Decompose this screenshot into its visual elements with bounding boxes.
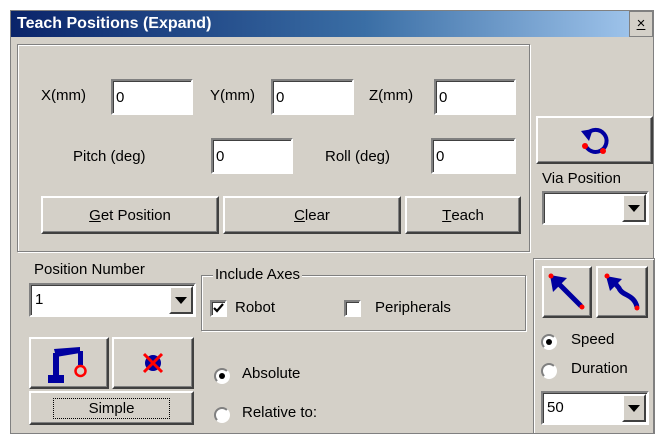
robot-checkbox[interactable] [210, 300, 227, 317]
get-position-button[interactable]: Get Position [41, 196, 219, 234]
position-number-value: 1 [35, 291, 44, 308]
disable-robot-button[interactable] [112, 337, 194, 389]
via-position-label: Via Position [542, 170, 621, 187]
teach-accel: T [442, 206, 452, 224]
roll-label: Roll (deg) [325, 148, 391, 165]
via-position-select[interactable] [542, 191, 649, 225]
teach-positions-window: Teach Positions (Expand) × X(mm) Y(mm) Z… [10, 10, 655, 434]
title-bar[interactable]: Teach Positions (Expand) × [11, 11, 653, 37]
no-target-icon [142, 352, 164, 374]
pitch-label: Pitch (deg) [73, 148, 146, 165]
peripherals-checkbox[interactable] [344, 300, 361, 317]
chevron-down-icon[interactable] [622, 394, 646, 422]
diagonal-arrow-icon [548, 273, 585, 310]
speed-value: 50 [547, 399, 564, 416]
speed-value-select[interactable]: 50 [541, 391, 649, 425]
y-input[interactable] [271, 79, 354, 115]
z-label: Z(mm) [369, 87, 414, 104]
peripherals-label: Peripherals [375, 299, 451, 316]
y-label: Y(mm) [210, 87, 255, 104]
pitch-input[interactable] [211, 138, 293, 174]
circular-arrow-icon [580, 127, 609, 154]
speed-label: Speed [571, 331, 615, 348]
clear-accel: C [294, 206, 305, 224]
simple-label: Simple [52, 397, 171, 419]
close-button[interactable]: × [629, 11, 653, 37]
x-label: X(mm) [41, 87, 86, 104]
simple-button[interactable]: Simple [29, 391, 194, 425]
position-number-select[interactable]: 1 [29, 283, 196, 317]
z-input[interactable] [434, 79, 516, 115]
clear-label: lear [304, 206, 330, 224]
position-number-label: Position Number [34, 261, 145, 278]
robot-home-button[interactable] [29, 337, 109, 389]
absolute-label: Absolute [242, 365, 301, 382]
via-position-button[interactable] [536, 116, 653, 164]
duration-radio[interactable] [541, 363, 557, 379]
x-input[interactable] [111, 79, 193, 115]
clear-button[interactable]: Clear [223, 196, 401, 234]
teach-button[interactable]: Teach [405, 196, 521, 234]
robot-arm-icon [48, 347, 87, 383]
checkmark-icon [213, 303, 224, 313]
relative-radio[interactable] [214, 407, 230, 423]
duration-label: Duration [571, 360, 628, 377]
curved-arrow-icon [604, 273, 640, 311]
window-title: Teach Positions (Expand) [17, 15, 212, 32]
speed-radio[interactable] [541, 334, 557, 350]
absolute-radio[interactable] [214, 368, 230, 384]
get-position-label: et Position [100, 206, 171, 224]
robot-label: Robot [235, 299, 276, 316]
include-axes-label: Include Axes [213, 266, 303, 283]
chevron-down-icon[interactable] [622, 194, 646, 222]
chevron-down-icon[interactable] [169, 286, 193, 314]
relative-label: Relative to: [242, 404, 318, 421]
teach-label: each [451, 206, 484, 224]
curved-move-button[interactable] [596, 266, 648, 318]
linear-move-button[interactable] [542, 266, 592, 318]
roll-input[interactable] [431, 138, 516, 174]
get-position-accel: G [89, 206, 101, 224]
